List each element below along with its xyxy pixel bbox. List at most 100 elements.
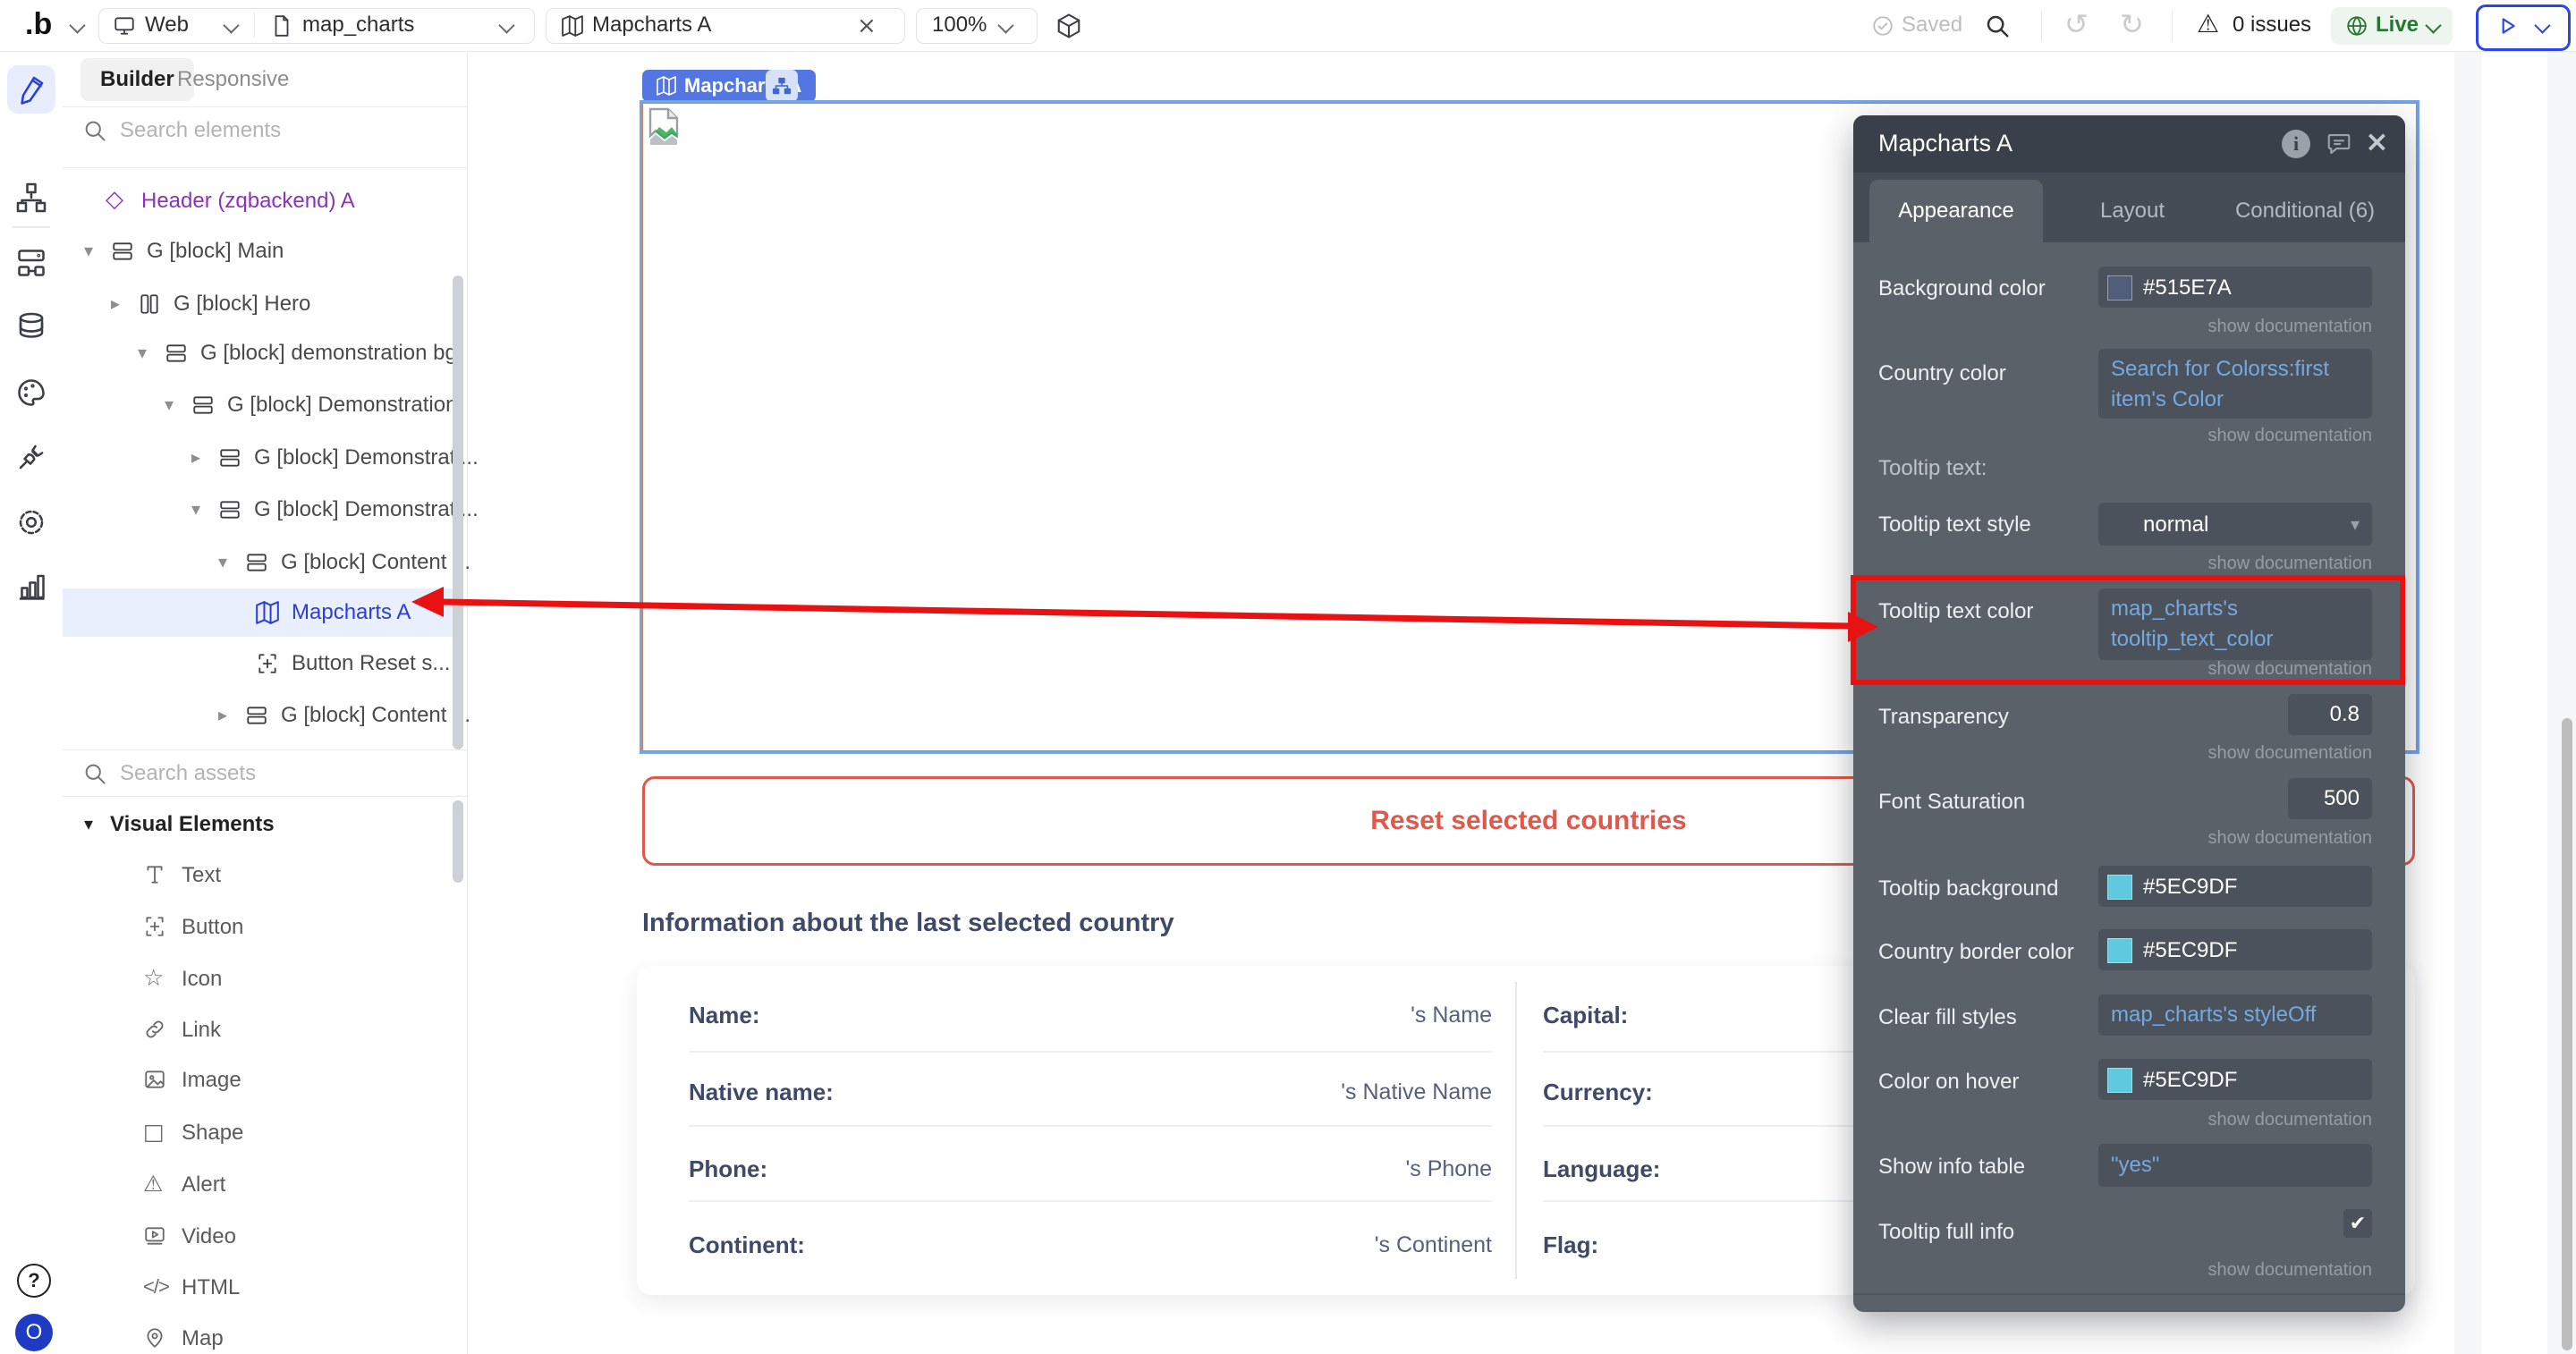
show-documentation-link[interactable]: show documentation — [2208, 743, 2372, 764]
caret-right-icon[interactable]: ▸ — [111, 292, 120, 314]
caret-down-icon[interactable]: ▾ — [191, 498, 200, 520]
color-swatch[interactable] — [2107, 875, 2132, 900]
asset-text[interactable]: Text — [63, 851, 458, 900]
assets-section-header[interactable]: ▾ Visual Elements — [63, 800, 458, 849]
show-documentation-link[interactable]: show documentation — [2208, 317, 2372, 337]
comment-icon[interactable] — [2326, 131, 2352, 157]
issues-label[interactable]: 0 issues — [2233, 13, 2311, 38]
redo-icon[interactable]: ↻ — [2120, 7, 2144, 41]
platform-select[interactable]: Web — [145, 13, 189, 38]
asset-shape[interactable]: □ Shape — [63, 1109, 458, 1157]
tree-item[interactable]: ▾ G [block] Main — [63, 227, 458, 275]
styles-palette-icon[interactable] — [15, 377, 47, 409]
prop-label: Country color — [1878, 361, 2006, 385]
show-info-table-input[interactable]: "yes" — [2098, 1144, 2372, 1187]
preview-button[interactable] — [2476, 4, 2571, 51]
settings-gear-icon[interactable] — [15, 506, 47, 538]
tree-item[interactable]: ▸ G [block] Demonstrati... — [63, 434, 479, 482]
prop-label: Tooltip full info — [1878, 1220, 2015, 1244]
tab-responsive[interactable]: Responsive — [177, 67, 289, 92]
tooltip-text-color-input[interactable]: map_charts's tooltip_text_color — [2098, 588, 2372, 660]
asset-html[interactable]: </> HTML — [63, 1264, 458, 1312]
info-icon[interactable]: i — [2282, 130, 2310, 158]
color-swatch[interactable] — [2107, 1068, 2132, 1093]
caret-down-icon[interactable]: ▾ — [165, 394, 174, 415]
asset-icon[interactable]: ☆ Icon — [63, 955, 458, 1003]
font-saturation-input[interactable]: 500 — [2288, 778, 2372, 819]
page-icon — [275, 15, 289, 37]
field-label: Phone: — [689, 1155, 768, 1182]
logo-chevron-icon[interactable] — [69, 17, 86, 34]
page-select[interactable]: map_charts — [302, 13, 414, 38]
asset-alert[interactable]: ⚠ Alert — [63, 1161, 458, 1209]
close-icon[interactable]: × — [2365, 124, 2389, 158]
play-icon — [2502, 18, 2515, 34]
prop-label: Color on hover — [1878, 1070, 2020, 1094]
show-documentation-link[interactable]: show documentation — [2208, 1260, 2372, 1281]
tree-item[interactable]: ▸ G [block] Content ... — [63, 691, 470, 740]
tab-layout[interactable]: Layout — [2061, 180, 2204, 242]
tooltip-background-input[interactable]: #5EC9DF — [2098, 866, 2372, 907]
asset-video[interactable]: Video — [63, 1213, 458, 1261]
background-color-input[interactable]: #515E7A — [2098, 267, 2372, 308]
show-documentation-link[interactable]: show documentation — [2208, 659, 2372, 680]
bubble-logo[interactable]: .b — [25, 7, 52, 42]
color-on-hover-input[interactable]: #5EC9DF — [2098, 1059, 2372, 1100]
property-editor-header[interactable]: Mapcharts A i × — [1853, 115, 2405, 173]
close-tab-icon[interactable]: × — [857, 13, 877, 39]
tree-item[interactable]: ▾ G [block] demonstration bg — [63, 329, 458, 377]
show-documentation-link[interactable]: show documentation — [2208, 1110, 2372, 1130]
search-elements[interactable]: Search elements — [63, 107, 467, 154]
tree-item[interactable]: ▾ G [block] Content ... — [63, 538, 470, 587]
window-scrollbar[interactable] — [2562, 718, 2572, 1350]
asset-link[interactable]: Link — [63, 1006, 458, 1054]
tab-conditional[interactable]: Conditional (6) — [2211, 180, 2399, 242]
show-documentation-link[interactable]: show documentation — [2208, 426, 2372, 446]
logs-chart-icon[interactable] — [15, 571, 47, 603]
square-icon: □ — [143, 1119, 165, 1145]
search-assets[interactable]: Search assets — [63, 750, 467, 797]
asset-image[interactable]: Image — [63, 1056, 458, 1104]
caret-right-icon[interactable]: ▸ — [218, 704, 227, 725]
caret-down-icon[interactable]: ▾ — [138, 342, 147, 363]
search-icon[interactable] — [1984, 13, 2011, 39]
country-color-input[interactable]: Search for Colorss:first item's Color — [2098, 349, 2372, 419]
tree-item-header[interactable]: ◇ Header (zqbackend) A — [63, 177, 458, 225]
tree-item[interactable]: Button Reset s... — [63, 639, 458, 688]
backend-icon[interactable] — [15, 247, 47, 279]
cube-icon[interactable] — [1055, 13, 1082, 39]
search-assets-placeholder: Search assets — [120, 761, 257, 785]
help-icon[interactable]: ? — [17, 1264, 51, 1298]
asset-button[interactable]: Button — [63, 903, 458, 952]
color-swatch[interactable] — [2107, 938, 2132, 963]
tree-item[interactable]: ▾ G [block] Demonstration — [63, 381, 458, 429]
sitemap-icon[interactable] — [15, 182, 47, 214]
country-border-color-input[interactable]: #5EC9DF — [2098, 929, 2372, 970]
tooltip-text-style-select[interactable]: normal ▾ — [2098, 503, 2372, 546]
prop-label: Show info table — [1878, 1155, 2026, 1179]
assets-scrollbar[interactable] — [453, 800, 463, 883]
database-icon[interactable] — [15, 311, 47, 343]
undo-icon[interactable]: ↺ — [2064, 7, 2089, 41]
element-hierarchy-badge[interactable] — [766, 70, 798, 102]
asset-map[interactable]: Map — [63, 1315, 458, 1354]
tree-item[interactable]: ▸ G [block] Hero — [63, 280, 458, 328]
caret-down-icon[interactable]: ▾ — [218, 551, 227, 572]
clear-fill-styles-input[interactable]: map_charts's styleOff — [2098, 994, 2372, 1036]
show-documentation-link[interactable]: show documentation — [2208, 828, 2372, 849]
color-swatch[interactable] — [2107, 275, 2132, 300]
caret-down-icon[interactable]: ▾ — [84, 240, 93, 261]
user-avatar[interactable]: O — [15, 1314, 53, 1351]
tab-appearance[interactable]: Appearance — [1869, 180, 2043, 242]
caret-right-icon[interactable]: ▸ — [191, 446, 200, 468]
transparency-input[interactable]: 0.8 — [2288, 694, 2372, 735]
tree-scrollbar[interactable] — [453, 275, 463, 749]
plugins-plug-icon[interactable] — [15, 441, 47, 473]
show-documentation-link[interactable]: show documentation — [2208, 554, 2372, 574]
image-icon — [145, 1071, 165, 1088]
element-tab-label: Mapcharts A — [592, 13, 712, 37]
pencil-icon[interactable] — [15, 72, 47, 105]
tree-item[interactable]: ▾ G [block] Demonstrati... — [63, 486, 479, 534]
tooltip-full-info-checkbox[interactable]: ✔ — [2343, 1209, 2372, 1238]
tree-item-mapcharts-selected[interactable]: Mapcharts A — [63, 588, 458, 637]
